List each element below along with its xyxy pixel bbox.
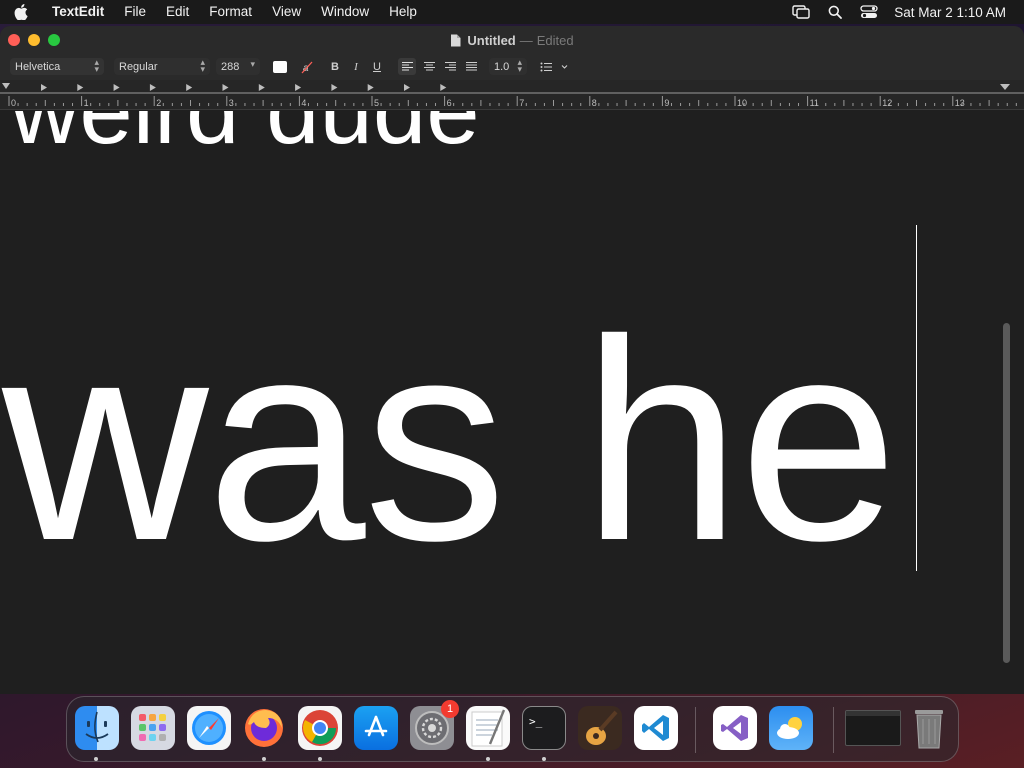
format-toolbar: Helvetica ▴▾ Regular ▴▾ 288 ▾ a B I U — [0, 54, 1024, 80]
font-style-value: Regular — [119, 60, 158, 73]
font-style-select[interactable]: Regular ▴ ▾ — [114, 58, 210, 75]
textedit-icon[interactable] — [466, 706, 510, 750]
underline-button[interactable]: U — [370, 58, 384, 75]
ruler-number: 13 — [954, 98, 965, 108]
document-line-1: weird dude — [10, 111, 480, 159]
dock-separator — [833, 707, 834, 753]
ruler-number: 1 — [83, 98, 89, 108]
align-center-icon[interactable] — [420, 58, 438, 75]
highlight-color-icon[interactable]: a — [298, 58, 316, 75]
window-thumbnail-icon[interactable] — [845, 710, 901, 746]
dock: 1 >_ — [66, 696, 959, 762]
ruler[interactable]: 01234567891011121314 — [0, 80, 1024, 110]
notification-badge: 1 — [441, 700, 459, 718]
safari-icon[interactable] — [187, 706, 231, 750]
ruler-number: 0 — [11, 98, 17, 108]
running-indicator — [486, 757, 490, 761]
edited-status: Edited — [536, 32, 574, 48]
ruler-number: 9 — [664, 98, 670, 108]
trash-icon[interactable] — [907, 706, 951, 750]
text-color-well[interactable] — [273, 61, 287, 73]
menu-format[interactable]: Format — [199, 0, 262, 24]
ruler-number: 8 — [591, 98, 597, 108]
ruler-number: 11 — [809, 98, 819, 108]
chevron-updown-icon: ▴ ▾ — [200, 57, 205, 74]
ruler-number: 6 — [446, 98, 452, 108]
ruler-number: 3 — [228, 98, 234, 108]
font-family-select[interactable]: Helvetica ▴ ▾ — [10, 58, 104, 75]
menu-bar-clock[interactable]: Sat Mar 2 1:10 AM — [886, 5, 1024, 20]
menu-window[interactable]: Window — [311, 0, 379, 24]
menu-help[interactable]: Help — [379, 0, 427, 24]
running-indicator — [542, 757, 546, 761]
chevron-updown-icon: ▴ ▾ — [517, 57, 522, 74]
finder-icon[interactable] — [75, 706, 119, 750]
italic-button[interactable]: I — [349, 58, 363, 75]
vertical-scrollbar[interactable] — [1003, 323, 1010, 663]
title-bar[interactable]: Untitled — Edited — [0, 26, 1024, 54]
visual-studio-icon[interactable] — [713, 706, 757, 750]
ruler-number: 4 — [301, 98, 307, 108]
desktop: TextEdit File Edit Format View Window He… — [0, 0, 1024, 768]
align-left-icon[interactable] — [398, 58, 416, 75]
dock-separator — [695, 707, 696, 753]
ruler-number: 10 — [737, 98, 748, 108]
document-icon — [451, 34, 461, 46]
spotlight-search-icon[interactable] — [818, 0, 852, 24]
running-indicator — [94, 757, 98, 761]
ruler-number: 12 — [882, 98, 893, 108]
control-center-icon[interactable] — [852, 0, 886, 24]
running-indicator — [318, 757, 322, 761]
running-indicator — [262, 757, 266, 761]
ruler-number: 5 — [374, 98, 380, 108]
ruler-number: 7 — [519, 98, 525, 108]
text-cursor — [916, 225, 917, 571]
font-family-value: Helvetica — [15, 60, 61, 73]
document-line-2: was he — [2, 280, 898, 600]
screen-mirroring-icon[interactable] — [784, 0, 818, 24]
ruler-ticks — [0, 83, 1024, 106]
align-right-icon[interactable] — [441, 58, 459, 75]
chevron-down-icon: ▾ — [250, 59, 255, 69]
textedit-window: Untitled — Edited Helvetica ▴ ▾ Regular ▴… — [0, 26, 1024, 694]
menu-bar: TextEdit File Edit Format View Window He… — [0, 0, 1024, 24]
title-separator: — — [519, 32, 533, 48]
weather-icon[interactable] — [769, 706, 813, 750]
garageband-icon[interactable] — [578, 706, 622, 750]
apple-logo-icon[interactable] — [0, 0, 42, 24]
launchpad-icon[interactable] — [131, 706, 175, 750]
ruler-number: 2 — [156, 98, 162, 108]
app-store-icon[interactable] — [354, 706, 398, 750]
document-text-area[interactable]: weird dude was he — [0, 111, 1012, 694]
menu-view[interactable]: View — [262, 0, 311, 24]
font-size-combo[interactable]: 288 ▾ — [216, 58, 260, 75]
chevron-updown-icon: ▴ ▾ — [94, 57, 99, 74]
svg-text:>_: >_ — [529, 715, 543, 728]
firefox-icon[interactable] — [242, 706, 286, 750]
line-spacing-value: 1.0 — [494, 60, 510, 73]
list-bullets-icon[interactable] — [538, 58, 570, 75]
align-justify-icon[interactable] — [462, 58, 480, 75]
terminal-icon[interactable]: >_ — [522, 706, 566, 750]
window-title: Untitled — Edited — [0, 26, 1024, 54]
vscode-icon[interactable] — [634, 706, 678, 750]
chrome-icon[interactable] — [298, 706, 342, 750]
line-spacing-select[interactable]: 1.0 ▴ ▾ — [489, 58, 527, 75]
menu-app-name[interactable]: TextEdit — [42, 0, 114, 24]
bold-button[interactable]: B — [328, 58, 342, 75]
menu-edit[interactable]: Edit — [156, 0, 199, 24]
document-name: Untitled — [467, 32, 516, 48]
menu-file[interactable]: File — [114, 0, 156, 24]
font-size-value: 288 — [221, 60, 240, 73]
